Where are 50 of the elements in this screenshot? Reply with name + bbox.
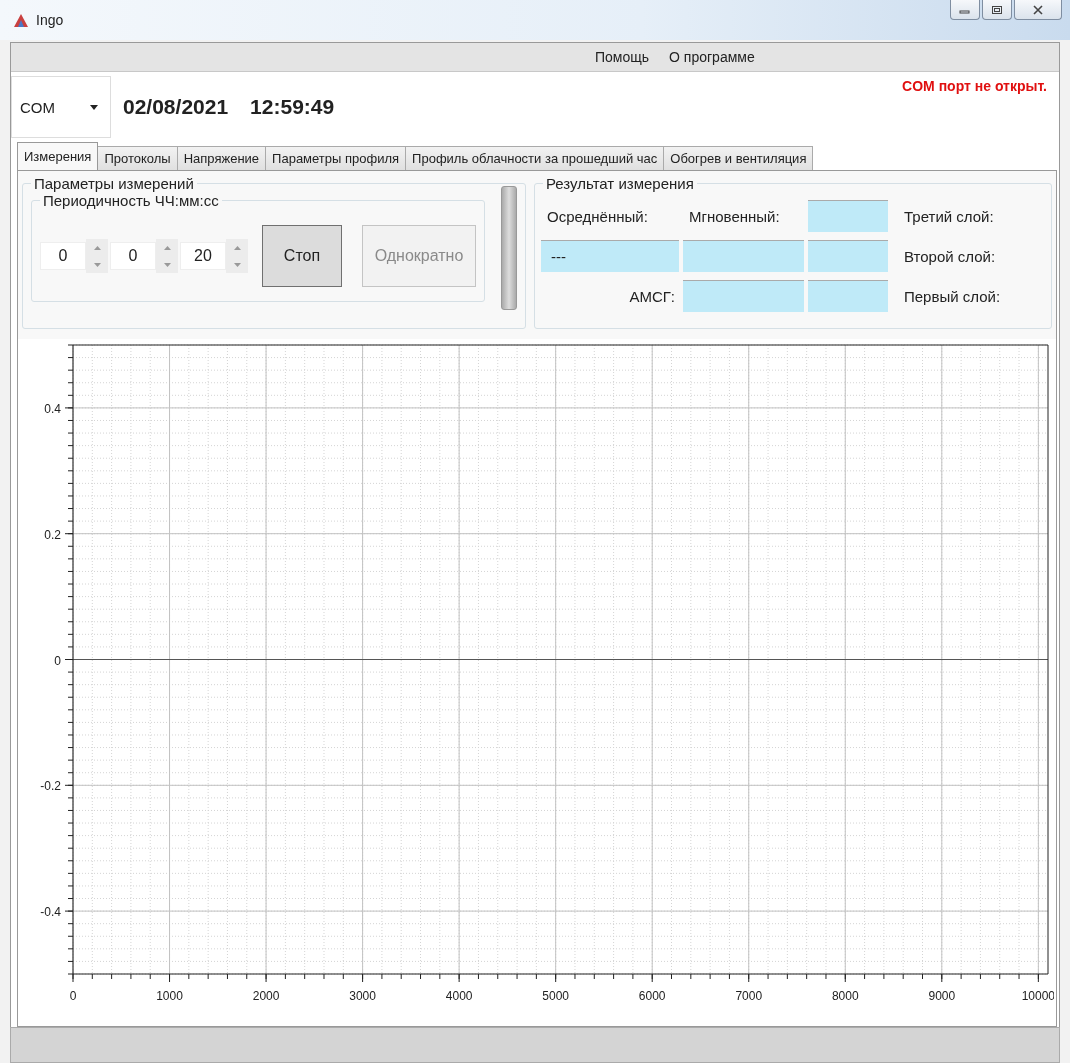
- tick-label: 0.2: [44, 527, 61, 542]
- tick-label: 0: [69, 989, 77, 1003]
- field-label: Первый слой:: [903, 286, 1002, 307]
- tick-label: 9000: [928, 989, 956, 1003]
- tab[interactable]: Протоколы: [97, 146, 178, 170]
- tick-label: 6000: [638, 989, 666, 1003]
- tab[interactable]: Измерения: [17, 142, 99, 170]
- tick-label: -0.4: [40, 905, 61, 920]
- tick-label: 1000: [156, 989, 183, 1003]
- menu-item[interactable]: О программе: [669, 49, 755, 65]
- port-dropdown[interactable]: COM: [11, 76, 111, 138]
- maximize-icon: [991, 4, 1003, 15]
- tick-label: 0.4: [44, 401, 61, 416]
- maximize-button[interactable]: [982, 0, 1012, 20]
- tick-label: 0: [54, 653, 61, 668]
- field-label: Второй слой:: [903, 246, 997, 267]
- down-arrow-icon[interactable]: [233, 262, 241, 267]
- tick-label: -0.2: [40, 779, 61, 794]
- action-button[interactable]: Стоп: [262, 225, 342, 287]
- field-label: Мгновенный:: [688, 206, 781, 227]
- group-title: Периодичность ЧЧ:мм:сс: [42, 192, 220, 209]
- tick-label: 3000: [349, 989, 376, 1003]
- tick-label: 2000: [252, 989, 280, 1003]
- date-text: 02/08/2021: [123, 95, 229, 119]
- tick-label: 4000: [445, 989, 473, 1003]
- field-label: Осреднённый:: [546, 206, 649, 227]
- field-label: АМСГ:: [628, 286, 676, 307]
- tick-label: 8000: [831, 989, 859, 1003]
- tab[interactable]: Обогрев и вентиляция: [663, 146, 814, 170]
- window-title: Ingo: [36, 12, 64, 28]
- down-arrow-icon[interactable]: [93, 262, 101, 267]
- field-label: Третий слой:: [903, 206, 995, 227]
- group-title: Параметры измерений: [33, 175, 195, 192]
- value-field: ---: [541, 240, 679, 272]
- tab[interactable]: Параметры профиля: [265, 146, 407, 170]
- tick-label: 5000: [542, 989, 569, 1003]
- menu-item[interactable]: Помощь: [595, 49, 650, 65]
- caret-icon: [90, 104, 98, 110]
- up-arrow-icon[interactable]: [93, 245, 101, 250]
- tab[interactable]: Напряжение: [176, 146, 267, 170]
- tab[interactable]: Профиль облачности за прошедший час: [405, 146, 665, 170]
- tick-label: 7000: [735, 989, 763, 1003]
- tick-label: 10000: [1021, 989, 1054, 1003]
- up-arrow-icon[interactable]: [233, 245, 241, 250]
- down-arrow-icon[interactable]: [163, 262, 171, 267]
- time-text: 12:59:49: [250, 95, 335, 119]
- close-icon: [1032, 4, 1044, 15]
- group-title: Результат измерения: [545, 175, 695, 192]
- up-arrow-icon[interactable]: [163, 245, 171, 250]
- status-text: COM порт не открыт.: [902, 78, 1047, 94]
